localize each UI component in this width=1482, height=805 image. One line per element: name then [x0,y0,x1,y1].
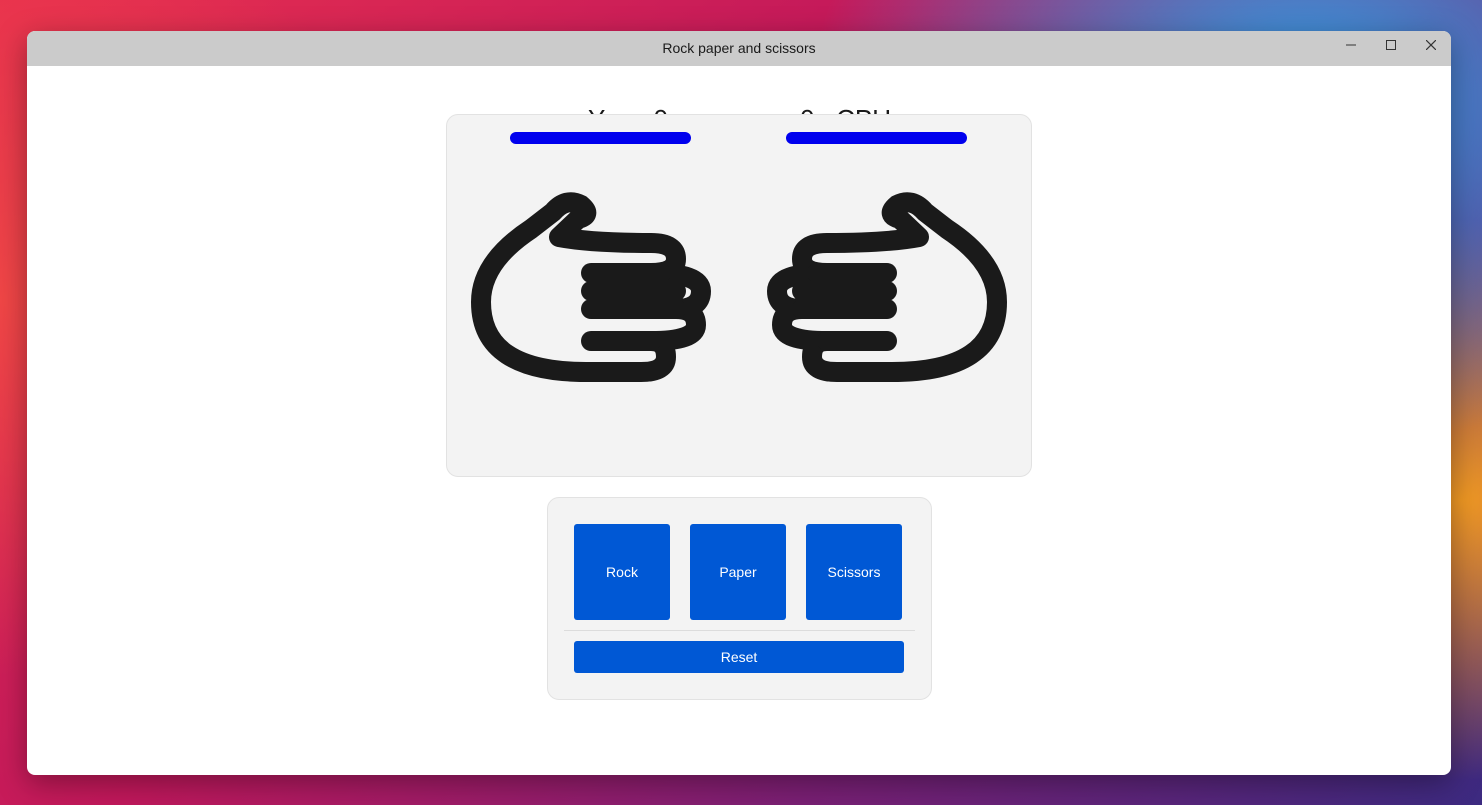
paper-button[interactable]: Paper [690,524,786,620]
reset-button[interactable]: Reset [574,641,904,673]
window-title: Rock paper and scissors [662,40,816,56]
divider [564,630,915,631]
rock-hand-icon [471,192,711,382]
close-icon [1426,40,1436,50]
battle-arena [446,114,1032,477]
minimize-button[interactable] [1331,31,1371,59]
rock-button[interactable]: Rock [574,524,670,620]
controls-panel: Rock Paper Scissors Reset [547,497,932,700]
close-button[interactable] [1411,31,1451,59]
scissors-button[interactable]: Scissors [806,524,902,620]
rock-hand-icon [767,192,1007,382]
app-window: Rock paper and scissors You : 0 0 : CPU [27,31,1451,775]
title-bar[interactable]: Rock paper and scissors [27,31,1451,66]
maximize-icon [1386,40,1396,50]
maximize-button[interactable] [1371,31,1411,59]
player-progress-bar [510,132,691,144]
cpu-progress-bar [786,132,967,144]
minimize-icon [1346,44,1356,46]
